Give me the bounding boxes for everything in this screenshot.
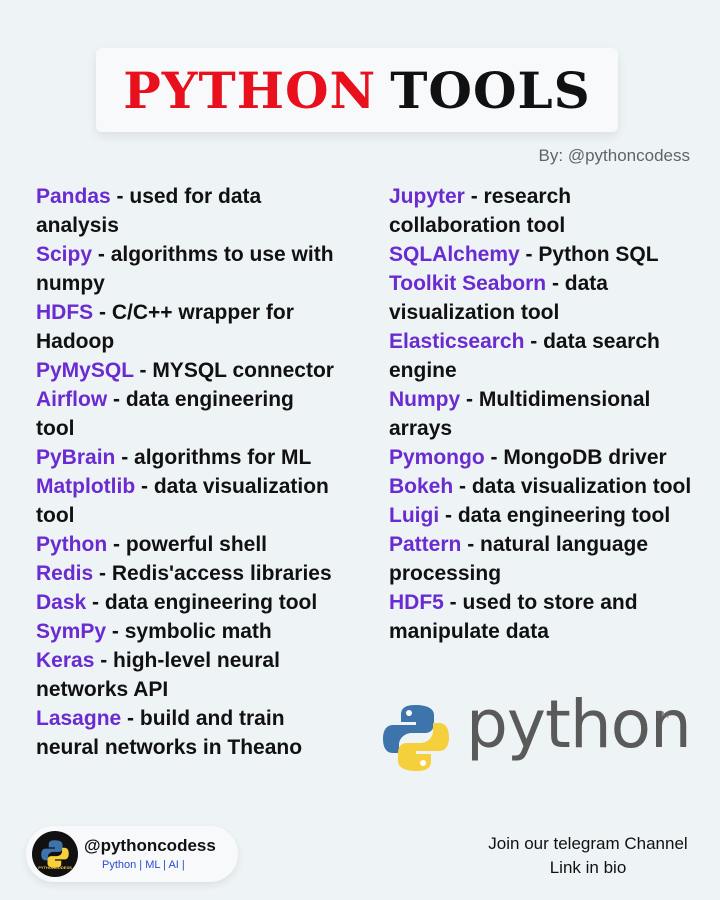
tool-item: Python - powerful shell xyxy=(36,530,336,559)
tool-desc: - MongoDB driver xyxy=(484,446,667,469)
tool-name: Elasticsearch xyxy=(389,330,525,353)
tool-item: Redis - Redis'access libraries xyxy=(36,559,336,588)
tool-desc: - data engineering tool xyxy=(86,591,318,614)
tool-item: Matplotlib - data visualization tool xyxy=(36,472,336,530)
tool-item: SymPy - symbolic math xyxy=(36,617,336,646)
title-python: PYTHON xyxy=(123,60,377,120)
tool-name: Toolkit Seaborn xyxy=(389,272,547,295)
handle-tags: Python | ML | AI | xyxy=(102,859,185,871)
python-logo-icon xyxy=(383,705,449,771)
tool-name: PyMySQL xyxy=(36,359,134,382)
tool-item: Airflow - data engineering tool xyxy=(36,385,336,443)
tool-desc: - powerful shell xyxy=(107,533,268,556)
tool-name: Python xyxy=(36,533,108,556)
avatar: PYTHONCODESS xyxy=(32,831,78,877)
tool-name: Lasagne xyxy=(36,707,122,730)
tool-name: HDF5 xyxy=(389,591,444,614)
tool-name: Airflow xyxy=(36,388,108,411)
tool-item: Elasticsearch - data search engine xyxy=(389,327,699,385)
tool-item: Pandas - used for data analysis xyxy=(36,182,336,240)
tool-item: HDFS - C/C++ wrapper for Hadoop xyxy=(36,298,336,356)
tool-item: Jupyter - research collaboration tool xyxy=(389,182,699,240)
tool-name: HDFS xyxy=(36,301,94,324)
telegram-note: Join our telegram Channel Link in bio xyxy=(468,832,708,880)
tool-name: Dask xyxy=(36,591,87,614)
handle-name: @pythoncodess xyxy=(84,836,216,855)
telegram-link-line: Link in bio xyxy=(549,858,627,877)
tool-name: Jupyter xyxy=(389,185,465,208)
right-tool-list: Jupyter - research collaboration tool SQ… xyxy=(389,182,699,646)
trademark-mark: TM xyxy=(656,710,669,720)
tool-name: Luigi xyxy=(389,504,440,527)
tool-name: PyBrain xyxy=(36,446,116,469)
handle-card[interactable]: PYTHONCODESS @pythoncodess Python | ML |… xyxy=(26,826,238,882)
tool-desc: - Redis'access libraries xyxy=(93,562,332,585)
tool-desc: - algorithms for ML xyxy=(115,446,312,469)
title-card: PYTHON TOOLS xyxy=(96,48,618,132)
tool-desc: - data engineering tool xyxy=(439,504,671,527)
byline: By: @pythoncodess xyxy=(538,146,690,165)
tool-item: Luigi - data engineering tool xyxy=(389,501,699,530)
tool-item: Keras - high-level neural networks API xyxy=(36,646,336,704)
tool-name: Scipy xyxy=(36,243,93,266)
tool-name: Numpy xyxy=(389,388,461,411)
python-logo: python TM xyxy=(380,686,692,780)
tool-item: Scipy - algorithms to use with numpy xyxy=(36,240,336,298)
tool-name: Redis xyxy=(36,562,94,585)
tool-desc: - data visualization tool xyxy=(453,475,692,498)
tool-desc: - symbolic math xyxy=(106,620,272,643)
tool-item: Lasagne - build and train neural network… xyxy=(36,704,336,762)
tool-item: SQLAlchemy - Python SQL xyxy=(389,240,699,269)
telegram-line: Join our telegram Channel xyxy=(488,834,688,853)
tool-name: Keras xyxy=(36,649,95,672)
tool-name: Pymongo xyxy=(389,446,485,469)
title-tools: TOOLS xyxy=(390,60,591,120)
tool-item: Pymongo - MongoDB driver xyxy=(389,443,699,472)
tool-name: Bokeh xyxy=(389,475,454,498)
tool-item: Pattern - natural language processing xyxy=(389,530,699,588)
tool-item: Dask - data engineering tool xyxy=(36,588,336,617)
tool-name: SQLAlchemy xyxy=(389,243,520,266)
left-tool-list: Pandas - used for data analysis Scipy - … xyxy=(36,182,336,762)
tool-item: HDF5 - used to store and manipulate data xyxy=(389,588,699,646)
tool-item: Toolkit Seaborn - data visualization too… xyxy=(389,269,699,327)
tool-item: PyMySQL - MYSQL connector xyxy=(36,356,336,385)
tool-desc: - MYSQL connector xyxy=(133,359,334,382)
tool-desc: - Python SQL xyxy=(519,243,659,266)
tool-name: Pattern xyxy=(389,533,462,556)
tool-name: SymPy xyxy=(36,620,107,643)
tool-item: Bokeh - data visualization tool xyxy=(389,472,699,501)
python-wordmark: python xyxy=(466,686,692,763)
tool-name: Pandas xyxy=(36,185,111,208)
tool-name: Matplotlib xyxy=(36,475,136,498)
tool-item: PyBrain - algorithms for ML xyxy=(36,443,336,472)
tool-item: Numpy - Multidimensional arrays xyxy=(389,385,699,443)
avatar-caption: PYTHONCODESS xyxy=(38,865,72,870)
